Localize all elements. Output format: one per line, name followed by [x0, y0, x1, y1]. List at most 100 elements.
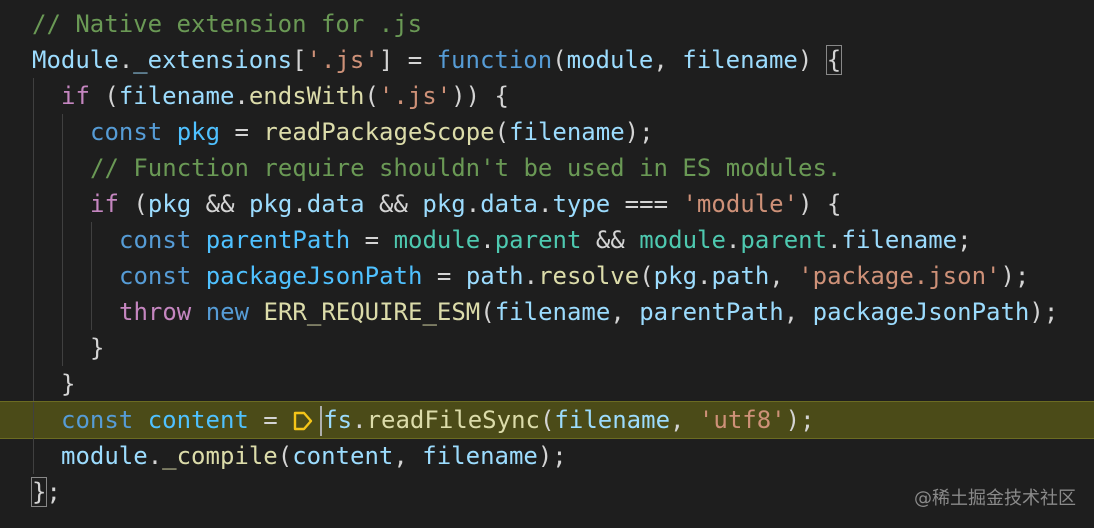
- code-line[interactable]: if (pkg && pkg.data && pkg.data.type ===…: [0, 186, 1094, 222]
- indent-guide: [62, 114, 63, 150]
- code-token: =: [248, 406, 293, 434]
- indent-guide: [33, 258, 34, 294]
- code-token: (: [494, 118, 510, 146]
- code-lines[interactable]: // Native extension for .js Module._exten…: [0, 6, 1094, 510]
- indent-guide: [91, 258, 92, 294]
- code-token: filename: [494, 298, 611, 326]
- code-line[interactable]: // Function require shouldn't be used in…: [0, 150, 1094, 186]
- indent-guide: [62, 330, 63, 366]
- code-token: if: [90, 190, 119, 218]
- code-token: parentPath: [639, 298, 784, 326]
- indent-guide: [62, 294, 63, 330]
- code-token: );: [1029, 298, 1059, 326]
- indent-guide: [62, 222, 63, 258]
- code-token: .: [292, 190, 307, 218]
- code-token: (: [118, 190, 148, 218]
- code-line[interactable]: }: [0, 330, 1094, 366]
- code-token: ERR_REQUIRE_ESM: [263, 298, 481, 326]
- indent-guide: [33, 402, 34, 438]
- code-token: .: [697, 262, 712, 290]
- code-editor[interactable]: // Native extension for .js Module._exten…: [0, 0, 1094, 528]
- code-line[interactable]: throw new ERR_REQUIRE_ESM(filename, pare…: [0, 294, 1094, 330]
- text-cursor: [320, 406, 323, 436]
- code-token: // Native extension for .js: [32, 10, 423, 38]
- code-token: (: [480, 298, 495, 326]
- code-token: &&: [581, 226, 640, 254]
- code-token: .: [147, 442, 163, 470]
- code-token: if: [61, 82, 90, 110]
- code-token: (: [89, 82, 119, 110]
- code-token: parent: [494, 226, 582, 254]
- code-token: readPackageScope: [263, 118, 495, 146]
- code-token: ===: [610, 190, 683, 218]
- execution-point-icon[interactable]: [292, 409, 314, 433]
- code-token: _compile: [162, 442, 278, 470]
- code-token: parent: [740, 226, 828, 254]
- code-token: parentPath: [205, 226, 351, 254]
- code-token: (: [552, 46, 567, 74]
- code-token: filename: [682, 46, 798, 74]
- indent-guide: [33, 186, 34, 222]
- code-token: ,: [769, 262, 799, 290]
- code-token: const: [119, 262, 192, 290]
- code-token: fs: [323, 406, 353, 434]
- code-token: pkg: [653, 262, 698, 290]
- code-token: )) {: [451, 82, 509, 110]
- code-token: const: [119, 226, 192, 254]
- indent-guide: [91, 222, 92, 258]
- code-token: .: [480, 226, 495, 254]
- code-token: const: [61, 406, 134, 434]
- code-token: (: [539, 406, 555, 434]
- code-token: module: [639, 226, 726, 254]
- code-token: &&: [364, 190, 423, 218]
- code-token: .: [234, 82, 249, 110]
- code-token: (: [277, 442, 293, 470]
- code-line[interactable]: const parentPath = module.parent && modu…: [0, 222, 1094, 258]
- code-token: }: [90, 334, 105, 362]
- indent-guide: [33, 78, 34, 114]
- code-line[interactable]: Module._extensions['.js'] = function(mod…: [0, 42, 1094, 78]
- code-token: [: [292, 46, 307, 74]
- code-token: module: [393, 226, 481, 254]
- code-token: ,: [783, 298, 813, 326]
- code-token: '.js': [378, 82, 452, 110]
- code-token: pkg: [176, 118, 221, 146]
- code-token: &&: [191, 190, 249, 218]
- code-line[interactable]: const pkg = readPackageScope(filename);: [0, 114, 1094, 150]
- code-token: data: [480, 190, 538, 218]
- indent-guide: [33, 366, 34, 402]
- code-token: pkg: [147, 190, 192, 218]
- code-token: =: [350, 226, 394, 254]
- code-token: ) {: [798, 190, 842, 218]
- code-token: // Function require shouldn't be used in…: [90, 154, 842, 182]
- code-line[interactable]: const content = fs.readFileSync(filename…: [0, 401, 1094, 439]
- code-token: ,: [653, 46, 683, 74]
- code-token: 'module': [682, 190, 799, 218]
- code-token: 'package.json': [798, 262, 1001, 290]
- code-token: packageJsonPath: [205, 262, 423, 290]
- indent-guide: [33, 294, 34, 330]
- code-token: .: [827, 226, 842, 254]
- code-token: 'utf8': [698, 406, 786, 434]
- code-token: filename: [422, 442, 538, 470]
- code-token: readFileSync: [366, 406, 540, 434]
- code-token: packageJsonPath: [812, 298, 1030, 326]
- code-token: =: [220, 118, 264, 146]
- code-token: );: [1000, 262, 1030, 290]
- code-token: ,: [393, 442, 423, 470]
- code-line[interactable]: module._compile(content, filename);: [0, 438, 1094, 474]
- code-line[interactable]: if (filename.endsWith('.js')) {: [0, 78, 1094, 114]
- code-token: module: [566, 46, 654, 74]
- code-line[interactable]: const packageJsonPath = path.resolve(pkg…: [0, 258, 1094, 294]
- code-token: );: [785, 406, 815, 434]
- code-token: (: [364, 82, 379, 110]
- code-line[interactable]: }: [0, 366, 1094, 402]
- matched-brace: {: [825, 45, 843, 75]
- code-token: path: [465, 262, 524, 290]
- code-line[interactable]: // Native extension for .js: [0, 6, 1094, 42]
